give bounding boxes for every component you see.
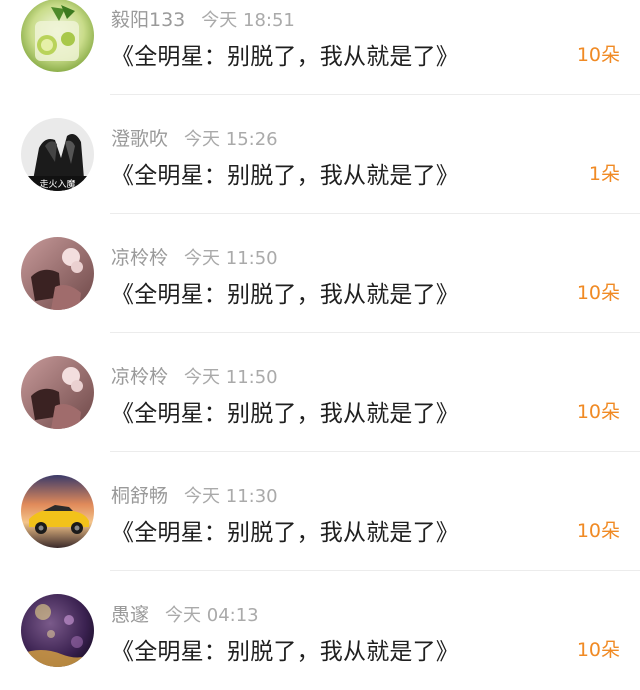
comment-item[interactable]: 愚邃 今天 04:13 《全明星：别脱了，我从就是了》 10朵: [0, 571, 640, 690]
timestamp: 今天 18:51: [201, 10, 295, 31]
purple-lights-icon: [21, 594, 94, 667]
timestamp: 今天 11:30: [184, 486, 278, 507]
flower-count: 10朵: [576, 44, 620, 66]
username[interactable]: 澄歌吹: [111, 128, 168, 150]
comment-item[interactable]: 凉柃柃 今天 11:50 《全明星：别脱了，我从就是了》 10朵: [0, 214, 640, 333]
timestamp: 今天 11:50: [184, 248, 278, 269]
comment-meta: 凉柃柃 今天 11:50: [111, 362, 278, 389]
bw-hands-icon: 走火入魔: [21, 118, 94, 191]
username[interactable]: 愚邃: [111, 604, 149, 626]
comment-text: 《全明星：别脱了，我从就是了》: [111, 44, 459, 70]
comment-meta: 澄歌吹 今天 15:26: [111, 124, 278, 151]
flower-count: 1朵: [588, 163, 620, 185]
comment-item[interactable]: 走火入魔 澄歌吹 今天 15:26 《全明星：别脱了，我从就是了》 1朵: [0, 95, 640, 214]
timestamp: 今天 11:50: [184, 367, 278, 388]
comment-text: 《全明星：别脱了，我从就是了》: [111, 639, 459, 665]
comment-meta: 凉柃柃 今天 11:50: [111, 243, 278, 270]
timestamp: 今天 15:26: [184, 129, 278, 150]
comment-text: 《全明星：别脱了，我从就是了》: [111, 282, 459, 308]
avatar[interactable]: [21, 0, 94, 72]
lime-drink-icon: [21, 0, 94, 72]
flower-count: 10朵: [576, 520, 620, 542]
username[interactable]: 毅阳133: [111, 9, 185, 31]
comment-item[interactable]: 毅阳133 今天 18:51 《全明星：别脱了，我从就是了》 10朵: [0, 0, 640, 95]
comment-list: 毅阳133 今天 18:51 《全明星：别脱了，我从就是了》 10朵 走火入魔 澄…: [0, 0, 640, 682]
avatar[interactable]: [21, 237, 94, 310]
yellow-car-icon: [21, 475, 94, 548]
avatar[interactable]: 走火入魔: [21, 118, 94, 191]
pink-portrait-icon: [21, 237, 94, 310]
avatar[interactable]: [21, 475, 94, 548]
comment-text: 《全明星：别脱了，我从就是了》: [111, 520, 459, 546]
comment-item[interactable]: 凉柃柃 今天 11:50 《全明星：别脱了，我从就是了》 10朵: [0, 333, 640, 452]
comment-meta: 愚邃 今天 04:13: [111, 600, 259, 627]
comment-meta: 桐舒畅 今天 11:30: [111, 481, 278, 508]
comment-text: 《全明星：别脱了，我从就是了》: [111, 163, 459, 189]
comment-meta: 毅阳133 今天 18:51: [111, 5, 295, 32]
comment-text: 《全明星：别脱了，我从就是了》: [111, 401, 459, 427]
flower-count: 10朵: [576, 282, 620, 304]
flower-count: 10朵: [576, 401, 620, 423]
avatar[interactable]: [21, 594, 94, 667]
username[interactable]: 凉柃柃: [111, 366, 168, 388]
username[interactable]: 凉柃柃: [111, 247, 168, 269]
avatar[interactable]: [21, 356, 94, 429]
username[interactable]: 桐舒畅: [111, 485, 168, 507]
comment-item[interactable]: 桐舒畅 今天 11:30 《全明星：别脱了，我从就是了》 10朵: [0, 452, 640, 571]
svg-text:走火入魔: 走火入魔: [39, 178, 75, 190]
timestamp: 今天 04:13: [165, 605, 259, 626]
pink-portrait-icon: [21, 356, 94, 429]
flower-count: 10朵: [576, 639, 620, 661]
